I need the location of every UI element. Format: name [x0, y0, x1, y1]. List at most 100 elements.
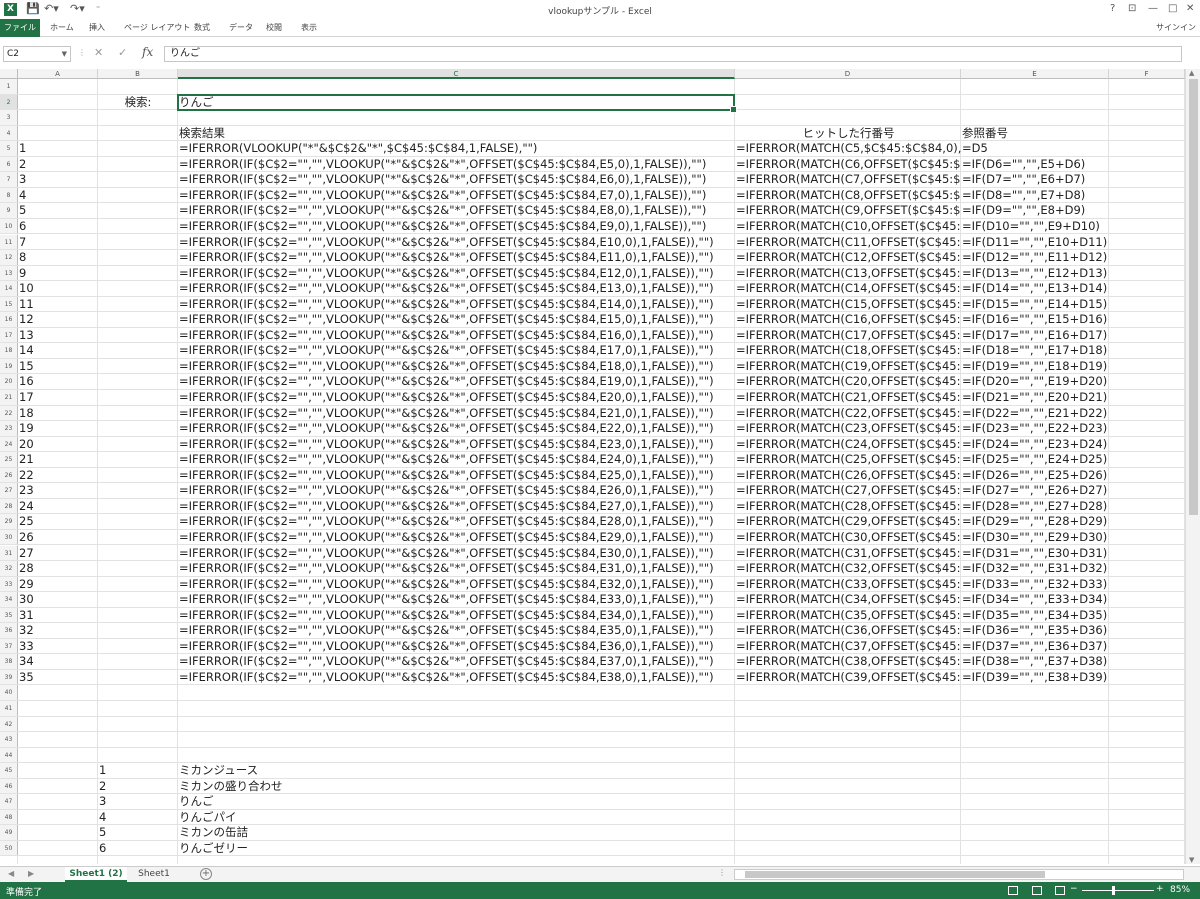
match-formula-cell[interactable]: =IFERROR(MATCH(C9,OFFSET($C$45:$C$84,E8,…: [735, 203, 961, 218]
match-formula-cell[interactable]: =IFERROR(MATCH(C30,OFFSET($C$45:$C$84,E2…: [735, 530, 961, 545]
tab-data[interactable]: データ: [229, 19, 253, 37]
match-formula-cell[interactable]: =IFERROR(MATCH(C33,OFFSET($C$45:$C$84,E3…: [735, 577, 961, 592]
row-header[interactable]: 10: [0, 218, 18, 234]
row-header[interactable]: 45: [0, 763, 18, 778]
add-sheet-icon[interactable]: +: [200, 868, 212, 880]
ref-formula-cell[interactable]: =D5: [961, 141, 1109, 156]
row-header[interactable]: 42: [0, 716, 18, 732]
result-formula-cell[interactable]: =IFERROR(IF($C$2="","",VLOOKUP("*"&$C$2&…: [178, 546, 735, 561]
match-formula-cell[interactable]: =IFERROR(MATCH(C39,OFFSET($C$45:$C$84,E3…: [735, 670, 961, 685]
result-formula-cell[interactable]: =IFERROR(IF($C$2="","",VLOOKUP("*"&$C$2&…: [178, 235, 735, 250]
index-cell[interactable]: 17: [18, 390, 98, 405]
match-formula-cell[interactable]: =IFERROR(MATCH(C24,OFFSET($C$45:$C$84,E2…: [735, 437, 961, 452]
row-header[interactable]: 27: [0, 483, 18, 498]
ref-formula-cell[interactable]: =IF(D27="","",E26+D27): [961, 483, 1109, 498]
index-cell[interactable]: 15: [18, 359, 98, 374]
row-header[interactable]: 15: [0, 296, 18, 312]
ref-formula-cell[interactable]: =IF(D35="","",E34+D35): [961, 608, 1109, 623]
match-formula-cell[interactable]: =IFERROR(MATCH(C10,OFFSET($C$45:$C$84,E9…: [735, 219, 961, 234]
index-cell[interactable]: 31: [18, 608, 98, 623]
result-formula-cell[interactable]: =IFERROR(IF($C$2="","",VLOOKUP("*"&$C$2&…: [178, 188, 735, 203]
index-cell[interactable]: 33: [18, 639, 98, 654]
column-header[interactable]: E: [961, 69, 1109, 79]
row-header[interactable]: 2: [0, 94, 18, 110]
row-header[interactable]: 50: [0, 840, 18, 856]
ref-formula-cell[interactable]: =IF(D18="","",E17+D18): [961, 343, 1109, 358]
tab-insert[interactable]: 挿入: [89, 19, 105, 37]
page-layout-view-icon[interactable]: [1032, 886, 1042, 895]
result-formula-cell[interactable]: =IFERROR(IF($C$2="","",VLOOKUP("*"&$C$2&…: [178, 297, 735, 312]
match-formula-cell[interactable]: =IFERROR(MATCH(C6,OFFSET($C$45:$C$84,E5,…: [735, 157, 961, 172]
ref-formula-cell[interactable]: =IF(D37="","",E36+D37): [961, 639, 1109, 654]
ref-formula-cell[interactable]: =IF(D32="","",E31+D32): [961, 561, 1109, 576]
product-number-cell[interactable]: 5: [98, 825, 178, 840]
match-formula-cell[interactable]: =IFERROR(MATCH(C19,OFFSET($C$45:$C$84,E1…: [735, 359, 961, 374]
ref-formula-cell[interactable]: =IF(D30="","",E29+D30): [961, 530, 1109, 545]
ref-formula-cell[interactable]: =IF(D6="","",E5+D6): [961, 157, 1109, 172]
ref-formula-cell[interactable]: =IF(D7="","",E6+D7): [961, 172, 1109, 187]
index-cell[interactable]: 21: [18, 452, 98, 467]
match-formula-cell[interactable]: =IFERROR(MATCH(C11,OFFSET($C$45:$C$84,E1…: [735, 235, 961, 250]
result-formula-cell[interactable]: =IFERROR(IF($C$2="","",VLOOKUP("*"&$C$2&…: [178, 592, 735, 607]
index-cell[interactable]: 19: [18, 421, 98, 436]
product-name-cell[interactable]: りんごゼリー: [178, 841, 735, 856]
ref-formula-cell[interactable]: =IF(D8="","",E7+D8): [961, 188, 1109, 203]
match-formula-cell[interactable]: =IFERROR(MATCH(C16,OFFSET($C$45:$C$84,E1…: [735, 312, 961, 327]
ref-formula-cell[interactable]: =IF(D15="","",E14+D15): [961, 297, 1109, 312]
minimize-icon[interactable]: —: [1148, 3, 1158, 15]
row-header[interactable]: 20: [0, 374, 18, 389]
ref-formula-cell[interactable]: =IF(D33="","",E32+D33): [961, 577, 1109, 592]
zoom-slider[interactable]: [1082, 890, 1154, 891]
result-formula-cell[interactable]: =IFERROR(IF($C$2="","",VLOOKUP("*"&$C$2&…: [178, 266, 735, 281]
ref-formula-cell[interactable]: =IF(D36="","",E35+D36): [961, 623, 1109, 638]
match-formula-cell[interactable]: =IFERROR(MATCH(C36,OFFSET($C$45:$C$84,E3…: [735, 623, 961, 638]
tab-page-layout[interactable]: ページ レイアウト: [124, 19, 190, 37]
index-cell[interactable]: 5: [18, 203, 98, 218]
tab-review[interactable]: 校閲: [266, 19, 282, 37]
tab-view[interactable]: 表示: [301, 19, 317, 37]
result-formula-cell[interactable]: =IFERROR(IF($C$2="","",VLOOKUP("*"&$C$2&…: [178, 359, 735, 374]
cancel-icon[interactable]: ✕: [94, 46, 103, 60]
match-formula-cell[interactable]: =IFERROR(MATCH(C32,OFFSET($C$45:$C$84,E3…: [735, 561, 961, 576]
result-formula-cell[interactable]: =IFERROR(IF($C$2="","",VLOOKUP("*"&$C$2&…: [178, 670, 735, 685]
result-formula-cell[interactable]: =IFERROR(IF($C$2="","",VLOOKUP("*"&$C$2&…: [178, 530, 735, 545]
result-formula-cell[interactable]: =IFERROR(IF($C$2="","",VLOOKUP("*"&$C$2&…: [178, 468, 735, 483]
match-formula-cell[interactable]: =IFERROR(MATCH(C12,OFFSET($C$45:$C$84,E1…: [735, 250, 961, 265]
header-hit-row[interactable]: ヒットした行番号: [735, 126, 961, 141]
result-formula-cell[interactable]: =IFERROR(IF($C$2="","",VLOOKUP("*"&$C$2&…: [178, 406, 735, 421]
column-header[interactable]: F: [1109, 69, 1185, 79]
row-header[interactable]: 35: [0, 607, 18, 623]
row-header[interactable]: 41: [0, 701, 18, 716]
column-header[interactable]: B: [98, 69, 178, 79]
row-header[interactable]: 33: [0, 576, 18, 592]
result-formula-cell[interactable]: =IFERROR(IF($C$2="","",VLOOKUP("*"&$C$2&…: [178, 390, 735, 405]
row-header[interactable]: 29: [0, 514, 18, 529]
row-header[interactable]: 22: [0, 405, 18, 421]
row-header[interactable]: 3: [0, 110, 18, 125]
zoom-level[interactable]: 85%: [1170, 885, 1190, 895]
index-cell[interactable]: 24: [18, 499, 98, 514]
next-sheet-icon[interactable]: ▶: [28, 869, 34, 878]
match-formula-cell[interactable]: =IFERROR(MATCH(C27,OFFSET($C$45:$C$84,E2…: [735, 483, 961, 498]
result-formula-cell[interactable]: =IFERROR(IF($C$2="","",VLOOKUP("*"&$C$2&…: [178, 514, 735, 529]
index-cell[interactable]: 29: [18, 577, 98, 592]
index-cell[interactable]: 8: [18, 250, 98, 265]
row-header[interactable]: 17: [0, 327, 18, 343]
column-header[interactable]: D: [735, 69, 961, 79]
result-formula-cell[interactable]: =IFERROR(IF($C$2="","",VLOOKUP("*"&$C$2&…: [178, 623, 735, 638]
index-cell[interactable]: 27: [18, 546, 98, 561]
product-number-cell[interactable]: 3: [98, 794, 178, 809]
tab-home[interactable]: ホーム: [50, 19, 74, 37]
index-cell[interactable]: 30: [18, 592, 98, 607]
row-header[interactable]: 46: [0, 778, 18, 794]
match-formula-cell[interactable]: =IFERROR(MATCH(C38,OFFSET($C$45:$C$84,E3…: [735, 654, 961, 669]
index-cell[interactable]: 7: [18, 235, 98, 250]
match-formula-cell[interactable]: =IFERROR(MATCH(C7,OFFSET($C$45:$C$84,E6,…: [735, 172, 961, 187]
row-header[interactable]: 25: [0, 452, 18, 467]
zoom-out-icon[interactable]: −: [1070, 884, 1078, 894]
index-cell[interactable]: 18: [18, 406, 98, 421]
result-formula-cell[interactable]: =IFERROR(IF($C$2="","",VLOOKUP("*"&$C$2&…: [178, 250, 735, 265]
prev-sheet-icon[interactable]: ◀: [8, 869, 14, 878]
ref-formula-cell[interactable]: =IF(D34="","",E33+D34): [961, 592, 1109, 607]
index-cell[interactable]: 12: [18, 312, 98, 327]
